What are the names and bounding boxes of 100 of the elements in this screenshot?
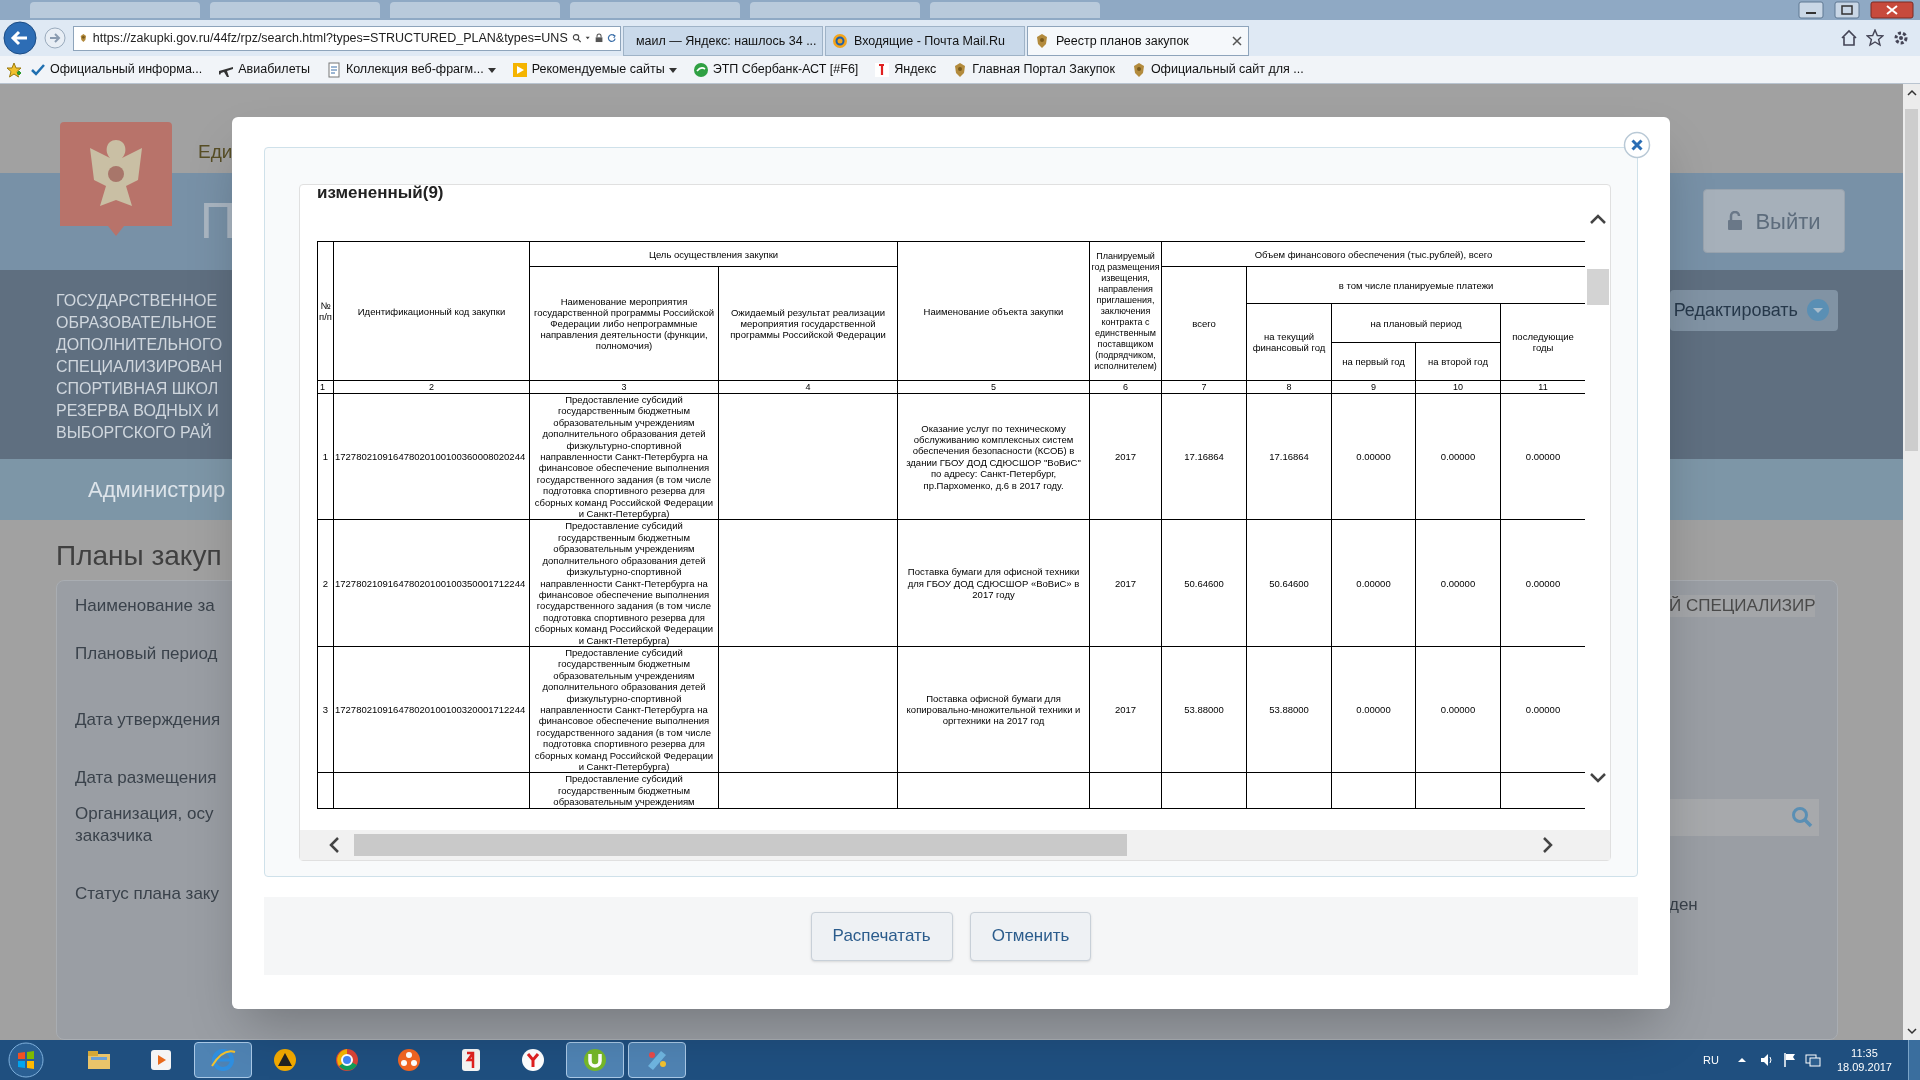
table-cell: 172780210916478020100100320001712244	[333, 646, 530, 773]
film-reel-icon	[395, 1046, 423, 1074]
bookmark-label: Официальный информа...	[50, 61, 203, 79]
scroll-thumb[interactable]	[1905, 109, 1918, 451]
settings-icon[interactable]	[1892, 29, 1910, 47]
edit-button[interactable]: Редактировать	[1669, 289, 1838, 331]
tab-title: Реестр планов закупок	[1056, 32, 1190, 50]
ring-icon	[832, 33, 848, 49]
close-button[interactable]	[1623, 131, 1651, 159]
bookmark[interactable]: Авиабилеты	[216, 58, 312, 81]
bookmark-label: Главная Портал Закупок	[972, 61, 1115, 79]
cancel-button[interactable]: Отменить	[969, 911, 1092, 961]
scroll-thumb[interactable]	[1586, 269, 1609, 305]
bookmark-label: Авиабилеты	[238, 61, 310, 79]
clock[interactable]: 11:35 18.09.2017	[1836, 1046, 1892, 1074]
page-scrollbar[interactable]	[1903, 84, 1920, 1040]
minimize-icon[interactable]	[1798, 1, 1824, 19]
clock-time: 11:35	[1851, 1046, 1878, 1060]
tray-expand-icon[interactable]	[1736, 1056, 1747, 1064]
column-number: 5	[897, 380, 1090, 394]
scroll-right-icon[interactable]	[1542, 836, 1554, 854]
browser-e-icon	[209, 1046, 237, 1074]
volume-icon[interactable]	[1758, 1052, 1775, 1068]
field-label: Дата размещения	[75, 767, 217, 789]
print-button[interactable]: Распечатать	[810, 911, 953, 961]
lock-icon	[1727, 211, 1744, 232]
search-field[interactable]	[1669, 799, 1819, 836]
table-cell: Предоставление субсидий государственным бюджетным образовательным учреждениям дополнительного образования детей физкультурно-спортивной направленности Санкт-Петербурга на финансовое обеспечение выполнения государственного задания (в том числе подготовка спортивного резерва для сборных команд Российской Федерации и Санкт-Петербурга)	[529, 646, 719, 773]
tab-title: маил — Яндекс: нашлось 34 ...	[636, 32, 817, 50]
caret-icon	[668, 65, 677, 74]
close-icon[interactable]	[1232, 36, 1242, 46]
address-bar[interactable]: https://zakupki.gov.ru/44fz/rpz/search.html?types=STRUCTURED_PLAN&types=UNS	[73, 25, 621, 51]
table-cell: 0.00000	[1415, 519, 1501, 647]
organization-name: РЕЗЕРВА ВОДНЫХ И	[56, 400, 219, 421]
table-cell: 17.16864	[1246, 393, 1332, 520]
language-indicator[interactable]: RU	[1703, 1051, 1719, 1069]
column-header: Идентификационный код закупки	[333, 241, 530, 381]
bookmark[interactable]: ЭТП Сбербанк-АСТ [#F6]	[690, 58, 861, 81]
bookmark-label: Рекомендуемые сайты	[531, 61, 665, 79]
refresh-icon[interactable]	[606, 31, 616, 45]
bookmark[interactable]: Яндекс	[872, 58, 939, 81]
search-icon[interactable]	[571, 31, 582, 45]
maximize-icon[interactable]	[1834, 1, 1860, 19]
bookmark[interactable]: Официальный информа...	[28, 58, 205, 81]
table-cell: 2017	[1089, 646, 1162, 773]
play-icon	[511, 61, 528, 78]
bookmark[interactable]: Главная Портал Закупок	[950, 58, 1117, 81]
table-cell: Предоставление субсидий государственным бюджетным образовательным учреждениям	[529, 772, 719, 809]
organization-name: ДОПОЛНИТЕЛЬНОГО	[56, 334, 223, 355]
flag-icon[interactable]	[1782, 1052, 1797, 1068]
column-number: 4	[718, 380, 898, 394]
column-number: 6	[1089, 380, 1162, 394]
taskbar-app[interactable]	[566, 1042, 624, 1078]
page-icon	[325, 61, 342, 78]
field-label: Дата утверждения	[75, 709, 221, 731]
horizontal-scrollbar[interactable]	[300, 830, 1610, 860]
star-icon[interactable]	[1866, 29, 1884, 47]
bookmark[interactable]: Коллекция веб-фрагм...	[323, 58, 498, 81]
table-cell: Поставка офисной бумаги для копировально-множительной техники и оргтехники на 2017 год	[897, 646, 1090, 773]
browser-tab[interactable]: Реестр планов закупок	[1027, 26, 1249, 56]
organization-name: СПОРТИВНАЯ ШКОЛ	[56, 378, 219, 399]
table-cell: 53.88000	[1161, 646, 1247, 773]
caret-icon	[487, 65, 496, 74]
organization-name: ВЫБОРГСКОГО РАЙ	[56, 422, 212, 443]
url-text: https://zakupki.gov.ru/44fz/rpz/search.html?types=STRUCTURED_PLAN&types=UNS	[92, 29, 568, 47]
table-cell: 53.88000	[1246, 646, 1332, 773]
table-cell: 0.00000	[1331, 519, 1416, 647]
table-cell: 0.00000	[1331, 646, 1416, 773]
table-cell: Предоставление субсидий государственным бюджетным образовательным учреждениям дополнительного образования детей физкультурно-спортивной направленности Санкт-Петербурга на финансовое обеспечение выполнения государственного задания (в том числе подготовка спортивного резерва для сборных команд Российской Федерации и Санкт-Петербурга)	[529, 519, 719, 647]
add-favorite-icon[interactable]	[6, 61, 22, 78]
scroll-down-icon[interactable]	[1905, 1025, 1918, 1037]
column-number: 9	[1331, 380, 1416, 394]
eagle-icon	[1034, 33, 1050, 49]
leaf-icon	[692, 61, 709, 78]
table-cell: 50.64600	[1161, 519, 1247, 647]
column-header: Цель осуществления закупки	[529, 241, 898, 267]
start-button[interactable]	[6, 1041, 46, 1079]
caret-icon	[1806, 298, 1830, 323]
scroll-down-icon[interactable]	[1588, 772, 1607, 784]
column-header: на плановый период	[1331, 303, 1501, 343]
organization-name: ОБРАЗОВАТЕЛЬНОЕ	[56, 312, 217, 333]
organization-name: ГОСУДАРСТВЕННОЕ	[56, 290, 218, 311]
close-icon[interactable]	[1870, 1, 1914, 19]
table-cell: 172780210916478020100100360008020244	[333, 393, 530, 520]
browser-tab[interactable]: Входящие - Почта Mail.Ru	[825, 26, 1025, 56]
column-header: Планируемый год размещения извещения, направления приглашения, заключения контракта с единственным поставщиком (подрядчиком, исполнителем)	[1089, 241, 1162, 381]
scroll-up-icon[interactable]	[1588, 213, 1607, 225]
home-icon[interactable]	[1840, 29, 1858, 47]
browser-tab[interactable]: маил — Яндекс: нашлось 34 ...	[623, 26, 823, 56]
column-header: № п/п	[317, 241, 334, 381]
bookmark[interactable]: Официальный сайт для ...	[1128, 58, 1306, 81]
network-icon[interactable]	[1804, 1052, 1821, 1068]
bookmark[interactable]: Рекомендуемые сайты	[509, 58, 679, 81]
field-value: Й СПЕЦИАЛИЗИР	[1669, 595, 1816, 617]
scroll-thumb[interactable]	[354, 834, 1127, 856]
scroll-left-icon[interactable]	[328, 836, 340, 854]
table-cell: 50.64600	[1246, 519, 1332, 647]
site-title: Еди	[198, 140, 233, 165]
back-button[interactable]	[3, 21, 37, 55]
letter-icon	[874, 61, 891, 78]
